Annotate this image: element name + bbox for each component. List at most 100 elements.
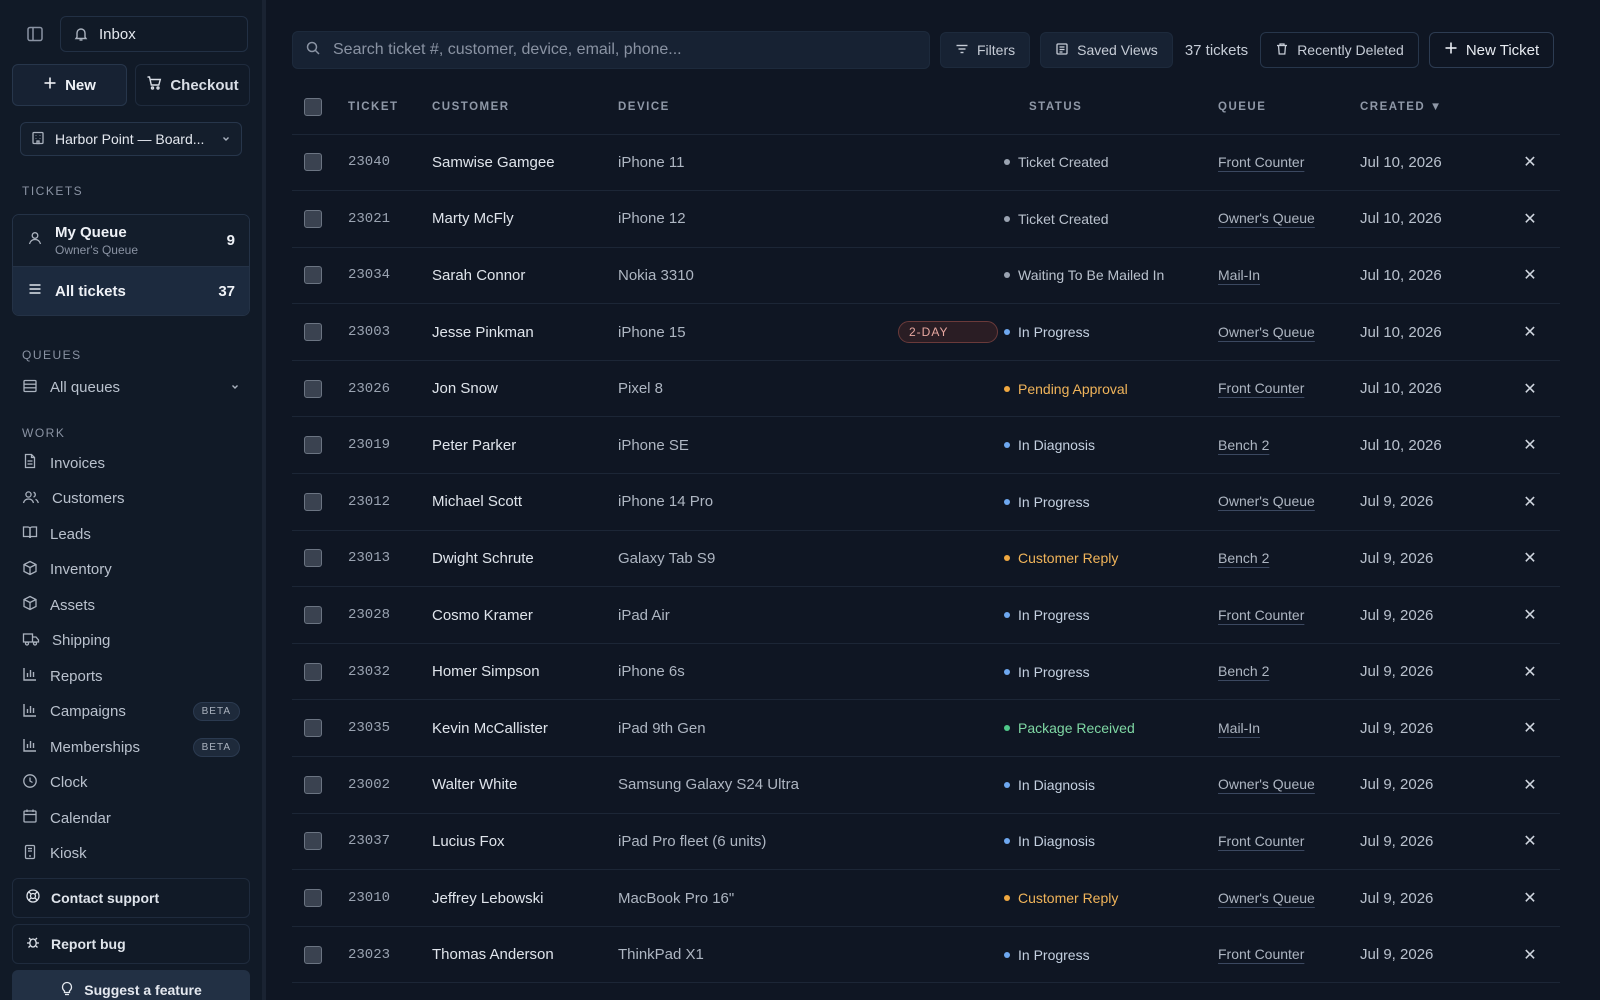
- row-checkbox[interactable]: [304, 945, 322, 964]
- row-checkbox[interactable]: [304, 153, 322, 172]
- queue-link[interactable]: Front Counter: [1218, 154, 1304, 170]
- row-checkbox[interactable]: [304, 209, 322, 228]
- table-row[interactable]: 23012 Michael Scott iPhone 14 Pro In Progre…: [292, 473, 1560, 531]
- customer-name[interactable]: Michael Scott: [432, 473, 618, 531]
- sidebar-toggle-icon[interactable]: [18, 17, 52, 51]
- col-queue[interactable]: QUEUE: [1218, 80, 1360, 135]
- queue-link[interactable]: Mail-In: [1218, 267, 1260, 283]
- queue-link[interactable]: Front Counter: [1218, 833, 1304, 849]
- queue-link[interactable]: Front Counter: [1218, 380, 1304, 396]
- table-row[interactable]: 23013 Dwight Schrute Galaxy Tab S9 Customer…: [292, 530, 1560, 588]
- customer-name[interactable]: Jesse Pinkman: [432, 303, 618, 361]
- filters-button[interactable]: Filters: [940, 32, 1031, 68]
- customer-name[interactable]: Cosmo Kramer: [432, 586, 618, 644]
- location-selector[interactable]: Harbor Point — Board...: [20, 122, 242, 156]
- sidebar-item-campaigns[interactable]: Campaigns BETA: [0, 694, 262, 730]
- customer-name[interactable]: Samwise Gamgee: [432, 134, 618, 192]
- table-row[interactable]: 23010 Jeffrey Lebowski MacBook Pro 16" Cust…: [292, 869, 1560, 927]
- table-row[interactable]: 23037 Lucius Fox iPad Pro fleet (6 units) I…: [292, 813, 1560, 871]
- close-button[interactable]: ✕: [1500, 756, 1560, 814]
- my-queue-item[interactable]: My Queue Owner's Queue 9: [13, 215, 249, 267]
- queue-link[interactable]: Bench 2: [1218, 437, 1269, 453]
- close-button[interactable]: ✕: [1500, 926, 1560, 984]
- queue-link[interactable]: Owner's Queue: [1218, 324, 1315, 340]
- customer-name[interactable]: Homer Simpson: [432, 643, 618, 701]
- table-row[interactable]: 23028 Cosmo Kramer iPad Air In Progress Fron…: [292, 586, 1560, 644]
- row-checkbox[interactable]: [304, 379, 322, 398]
- col-created[interactable]: CREATED ▼: [1360, 80, 1500, 135]
- close-button[interactable]: ✕: [1500, 813, 1560, 871]
- row-checkbox[interactable]: [304, 492, 322, 511]
- queue-link[interactable]: Bench 2: [1218, 663, 1269, 679]
- report-bug-button[interactable]: Report bug: [12, 923, 250, 964]
- new-button[interactable]: New: [12, 64, 127, 106]
- sidebar-item-inventory[interactable]: Inventory: [0, 552, 262, 588]
- queue-link[interactable]: Mail-In: [1218, 720, 1260, 736]
- queue-link[interactable]: Front Counter: [1218, 607, 1304, 623]
- table-row[interactable]: 23026 Jon Snow Pixel 8 Pending Approval Fron…: [292, 360, 1560, 418]
- table-row[interactable]: 23021 Marty McFly iPhone 12 Ticket Created O…: [292, 190, 1560, 248]
- col-device[interactable]: DEVICE: [618, 80, 898, 135]
- customer-name[interactable]: Peter Parker: [432, 416, 618, 475]
- sidebar-item-reports[interactable]: Reports: [0, 659, 262, 695]
- customer-name[interactable]: Lucius Fox: [432, 813, 618, 871]
- queue-link[interactable]: Front Counter: [1218, 946, 1304, 962]
- close-button[interactable]: ✕: [1500, 134, 1560, 192]
- row-checkbox[interactable]: [304, 719, 322, 738]
- close-button[interactable]: ✕: [1500, 699, 1560, 758]
- close-button[interactable]: ✕: [1500, 473, 1560, 531]
- customer-name[interactable]: Jeffrey Lebowski: [432, 869, 618, 927]
- suggest-feature-button[interactable]: Suggest a feature: [12, 969, 250, 1000]
- all-tickets-item[interactable]: All tickets 37: [13, 267, 249, 315]
- ticket-number[interactable]: 23040: [348, 134, 432, 192]
- recently-deleted-button[interactable]: Recently Deleted: [1260, 32, 1419, 68]
- sidebar-item-shipping[interactable]: Shipping: [0, 623, 262, 659]
- ticket-number[interactable]: 23010: [348, 869, 432, 927]
- sidebar-item-assets[interactable]: Assets: [0, 588, 262, 624]
- table-row[interactable]: 23003 Jesse Pinkman iPhone 15 2-DAY In Progr…: [292, 303, 1560, 361]
- customer-name[interactable]: Kevin McCallister: [432, 699, 618, 758]
- row-checkbox[interactable]: [304, 775, 322, 794]
- close-button[interactable]: ✕: [1500, 190, 1560, 248]
- sidebar-item-customers[interactable]: Customers: [0, 481, 262, 517]
- sidebar-item-clock[interactable]: Clock: [0, 765, 262, 801]
- saved-views-button[interactable]: Saved Views: [1040, 32, 1173, 68]
- customer-name[interactable]: Walter White: [432, 756, 618, 814]
- row-checkbox[interactable]: [304, 889, 322, 908]
- checkout-button[interactable]: Checkout: [135, 64, 250, 106]
- close-button[interactable]: ✕: [1500, 247, 1560, 305]
- table-row[interactable]: 23023 Thomas Anderson ThinkPad X1 In Progre…: [292, 926, 1560, 984]
- ticket-number[interactable]: 23013: [348, 530, 432, 588]
- search-input[interactable]: [333, 41, 917, 59]
- row-checkbox[interactable]: [304, 323, 322, 342]
- ticket-number[interactable]: 23021: [348, 190, 432, 248]
- queue-link[interactable]: Owner's Queue: [1218, 210, 1315, 226]
- inbox-button[interactable]: Inbox: [60, 16, 248, 52]
- search-bar[interactable]: [292, 31, 930, 69]
- customer-name[interactable]: Thomas Anderson: [432, 926, 618, 984]
- row-checkbox[interactable]: [304, 549, 322, 568]
- ticket-number[interactable]: 23032: [348, 643, 432, 701]
- ticket-number[interactable]: 23037: [348, 813, 432, 871]
- sidebar-item-kiosk[interactable]: Kiosk: [0, 836, 262, 872]
- queue-link[interactable]: Owner's Queue: [1218, 890, 1315, 906]
- ticket-number[interactable]: 23019: [348, 416, 432, 475]
- table-row[interactable]: 23035 Kevin McCallister iPad 9th Gen Packag…: [292, 699, 1560, 758]
- all-queues-dropdown[interactable]: All queues: [0, 370, 262, 406]
- col-ticket[interactable]: TICKET: [348, 80, 432, 135]
- ticket-number[interactable]: 23012: [348, 473, 432, 531]
- row-checkbox[interactable]: [304, 832, 322, 851]
- col-status[interactable]: STATUS: [1004, 80, 1218, 135]
- sidebar-item-leads[interactable]: Leads: [0, 517, 262, 553]
- customer-name[interactable]: Marty McFly: [432, 190, 618, 248]
- table-row[interactable]: 23034 Sarah Connor Nokia 3310 Waiting To Be…: [292, 247, 1560, 305]
- close-button[interactable]: ✕: [1500, 643, 1560, 701]
- customer-name[interactable]: Sarah Connor: [432, 247, 618, 305]
- row-checkbox[interactable]: [304, 662, 322, 681]
- ticket-number[interactable]: 23002: [348, 756, 432, 814]
- close-button[interactable]: ✕: [1500, 869, 1560, 927]
- new-ticket-button[interactable]: New Ticket: [1428, 32, 1555, 68]
- close-button[interactable]: ✕: [1500, 360, 1560, 418]
- table-row[interactable]: 23032 Homer Simpson iPhone 6s In Progress Be…: [292, 643, 1560, 701]
- sidebar-item-invoices[interactable]: Invoices: [0, 446, 262, 482]
